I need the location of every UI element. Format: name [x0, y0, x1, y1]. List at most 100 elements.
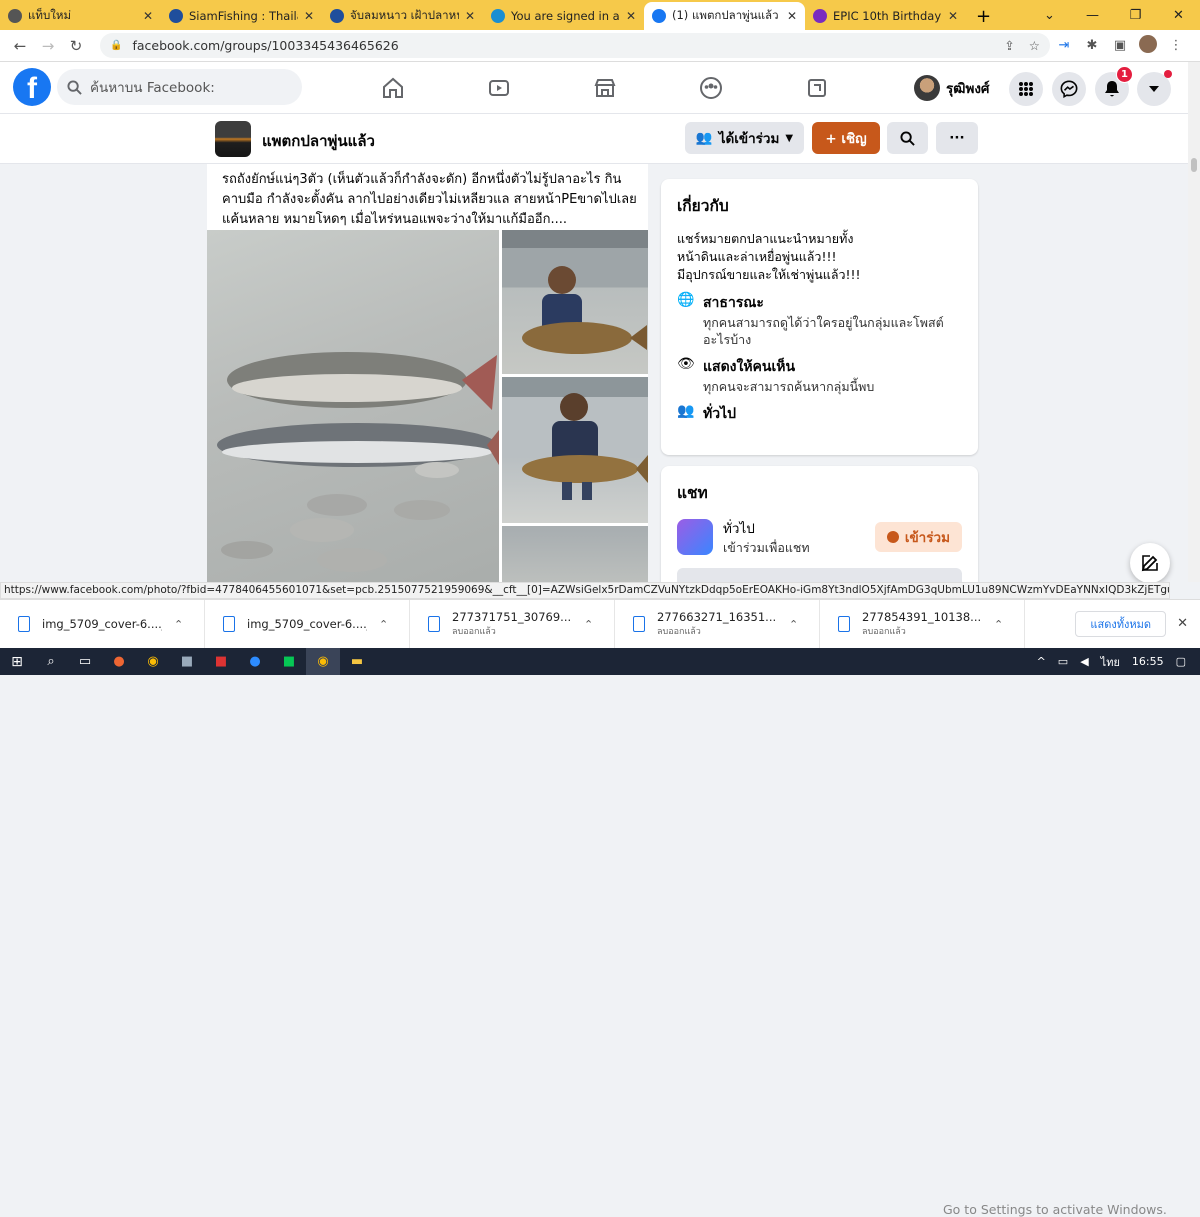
group-thumbnail[interactable] [215, 121, 251, 157]
invite-button[interactable]: + เชิญ [812, 122, 880, 154]
chevron-up-icon[interactable]: ⌃ [174, 618, 183, 631]
gaming-icon[interactable] [764, 62, 870, 114]
group-search-button[interactable] [887, 122, 928, 154]
app-icon-3[interactable]: ■ [204, 648, 238, 675]
fish-photo-main[interactable] [207, 230, 499, 582]
about-item-heading: ทั่วไป [703, 406, 737, 422]
side-panel-icon[interactable]: ▣ [1106, 38, 1134, 53]
close-downloads-icon[interactable]: ✕ [1177, 616, 1188, 631]
group-name[interactable]: แพตกปลาพู่นแล้ว [262, 129, 375, 153]
about-item: 👥 ทั่วไป [677, 403, 962, 425]
new-tab-button[interactable]: + [966, 2, 1001, 30]
browser-tab[interactable]: You are signed in as 2 ✕ [483, 2, 644, 30]
app-icon-1[interactable]: ● [102, 648, 136, 675]
browser-tab[interactable]: SiamFishing : Thailand ✕ [161, 2, 322, 30]
fish-photo-3[interactable] [502, 526, 648, 582]
boy-with-fish-photo-1[interactable] [502, 230, 648, 374]
chevron-up-icon[interactable]: ⌃ [994, 618, 1003, 631]
share-icon[interactable]: ⇪ [1004, 38, 1014, 53]
tab-title: SiamFishing : Thailand [189, 9, 298, 23]
chevron-up-icon[interactable]: ⌃ [584, 618, 593, 631]
puzzle-icon[interactable]: ✱ [1078, 38, 1106, 53]
browser-icon [8, 9, 22, 23]
tab-close-icon[interactable]: ✕ [948, 9, 958, 23]
chat-more-button[interactable] [677, 568, 962, 582]
close-window-button[interactable]: ✕ [1157, 0, 1200, 30]
forward-icon[interactable]: → [34, 37, 62, 55]
windows-start-icon[interactable]: ⊞ [0, 648, 34, 675]
line-icon[interactable]: ■ [272, 648, 306, 675]
tab-close-icon[interactable]: ✕ [465, 9, 475, 23]
browser-tab[interactable]: (1) แพตกปลาพู่นแล้ว | Fa ✕ [644, 2, 805, 30]
chevron-up-icon[interactable]: ⌃ [789, 618, 798, 631]
download-item[interactable]: 277854391_10138....jpg ลบออกแล้ว ⌃ [820, 599, 1025, 649]
chat-room-row[interactable]: ทั่วไป เข้าร่วมเพื่อแชท เข้าร่วม [677, 517, 962, 556]
zoom-icon[interactable]: ● [238, 648, 272, 675]
facebook-logo-icon[interactable]: f [13, 68, 51, 106]
language-indicator[interactable]: ไทย [1101, 653, 1120, 671]
about-item: 🌐 สาธารณะ ทุกคนสามารถดูได้ว่าใครอยู่ในกลุ่… [677, 292, 962, 348]
menu-grid-icon[interactable] [1009, 72, 1043, 106]
watch-icon[interactable] [446, 62, 552, 114]
download-item[interactable]: 277663271_16351....jpg ลบออกแล้ว ⌃ [615, 599, 820, 649]
app-icon-2[interactable]: ■ [170, 648, 204, 675]
joined-button[interactable]: 👥 ได้เข้าร่วม ▼ [685, 122, 804, 154]
join-chat-label: เข้าร่วม [904, 529, 950, 546]
browser-tab[interactable]: EPIC 10th Birthday Sa ✕ [805, 2, 966, 30]
facebook-search-input[interactable]: ค้นหาบน Facebook: [57, 69, 302, 105]
page-scrollbar[interactable] [1188, 62, 1200, 582]
back-icon[interactable]: ← [6, 37, 34, 55]
browser-tab[interactable]: จับลมหนาว เฝ้าปลาหน้าดิ ✕ [322, 2, 483, 30]
clock[interactable]: 16:55 [1132, 655, 1164, 668]
tab-close-icon[interactable]: ✕ [787, 9, 797, 23]
s-icon [491, 9, 505, 23]
minimize-button[interactable]: — [1071, 0, 1114, 30]
volume-icon[interactable]: ◀ [1080, 655, 1088, 668]
task-view-icon[interactable]: ▭ [68, 648, 102, 675]
join-chat-button[interactable]: เข้าร่วม [874, 521, 962, 552]
marketplace-icon[interactable] [552, 62, 658, 114]
new-message-button[interactable] [1130, 543, 1170, 583]
right-sidebar: เกี่ยวกับ แชร์หมายตกปลาแนะนำหมายทั้ง หน้า… [661, 179, 978, 582]
home-icon[interactable] [340, 62, 446, 114]
caret-down-icon: ▼ [785, 132, 794, 144]
network-icon[interactable]: ▭ [1058, 655, 1068, 668]
extension-icon[interactable]: ⇥ [1050, 38, 1078, 53]
chrome-active-icon[interactable]: ◉ [306, 648, 340, 675]
notification-center-icon[interactable]: ▢ [1176, 655, 1186, 668]
tab-close-icon[interactable]: ✕ [304, 9, 314, 23]
account-chevron-icon[interactable] [1137, 70, 1172, 106]
file-explorer-icon[interactable]: ▬ [340, 648, 374, 675]
chevron-up-icon[interactable]: ⌃ [379, 618, 388, 631]
maximize-button[interactable]: ❐ [1114, 0, 1157, 30]
bookmark-star-icon[interactable]: ☆ [1029, 38, 1040, 53]
download-status: ลบออกแล้ว [452, 627, 496, 637]
notifications-bell-icon[interactable]: 1 [1095, 66, 1133, 106]
browser-tab[interactable]: แท็บใหม่ ✕ [0, 2, 161, 30]
invite-label: + เชิญ [825, 131, 867, 147]
tray-chevron-icon[interactable]: ^ [1037, 655, 1046, 668]
download-item[interactable]: img_5709_cover-6....jpg ⌃ [0, 599, 205, 649]
messenger-icon[interactable] [1052, 72, 1086, 106]
url-field[interactable]: 🔒 facebook.com/groups/1003345436465626 ⇪… [100, 33, 1050, 58]
search-icon[interactable]: ⌕ [34, 648, 68, 675]
show-all-downloads-button[interactable]: แสดงทั้งหมด [1075, 611, 1166, 637]
tab-close-icon[interactable]: ✕ [626, 9, 636, 23]
tab-search-icon[interactable]: ⌄ [1028, 0, 1071, 30]
profile-avatar-icon[interactable] [1134, 34, 1162, 57]
scrollbar-thumb[interactable] [1191, 158, 1197, 172]
people-icon: 👥 [695, 130, 713, 146]
chrome-icon[interactable]: ◉ [136, 648, 170, 675]
browser-menu-icon[interactable]: ⋮ [1162, 38, 1190, 53]
more-options-button[interactable]: ··· [936, 122, 978, 154]
chat-card: แชท ทั่วไป เข้าร่วมเพื่อแชท เข้าร่วม [661, 466, 978, 582]
tab-close-icon[interactable]: ✕ [143, 9, 153, 23]
about-description-line: หน้าดินและล่าเหยื่อพู่นแล้ว!!! [677, 249, 837, 264]
boy-with-fish-photo-2[interactable] [502, 377, 648, 523]
groups-icon[interactable] [658, 62, 764, 114]
profile-shortcut[interactable]: รุฒิพงศ์ [914, 73, 990, 103]
download-item[interactable]: img_5709_cover-6....jpg ⌃ [205, 599, 410, 649]
reload-icon[interactable]: ↻ [62, 37, 90, 55]
download-item[interactable]: 277371751_30769....jpg ลบออกแล้ว ⌃ [410, 599, 615, 649]
about-title: เกี่ยวกับ [677, 197, 729, 215]
